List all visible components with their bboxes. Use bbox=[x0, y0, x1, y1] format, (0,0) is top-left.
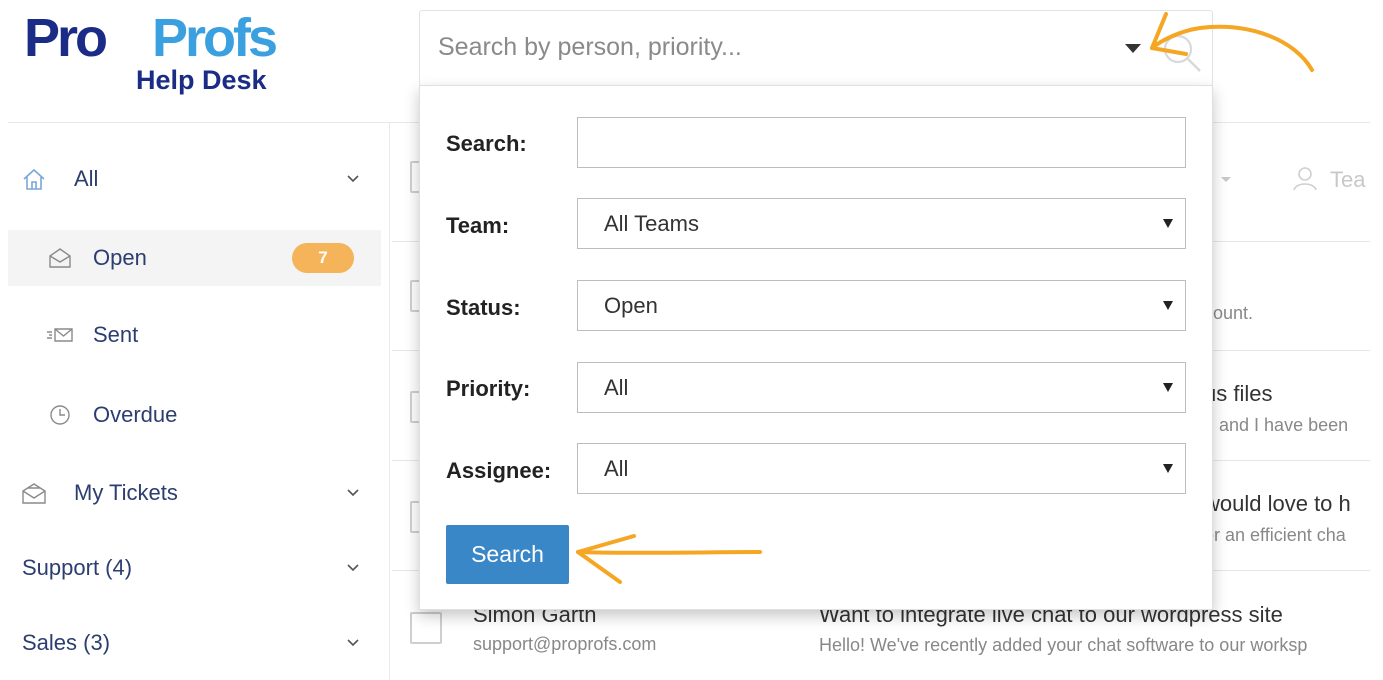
chevron-down-icon[interactable] bbox=[345, 560, 361, 576]
open-count-badge: 7 bbox=[292, 243, 354, 273]
ticket-snippet: n and I have been bbox=[1204, 415, 1349, 435]
open-envelope-icon bbox=[46, 244, 74, 272]
logo-text-pro: Pro bbox=[24, 8, 108, 68]
ticket-email: support@proprofs.com bbox=[473, 634, 657, 654]
priority-select[interactable]: All bbox=[577, 362, 1186, 413]
ticket-subject[interactable]: would love to h bbox=[1204, 491, 1370, 517]
select-arrow-icon bbox=[1163, 219, 1173, 228]
logo-subtitle: Help Desk bbox=[136, 65, 267, 95]
select-arrow-icon bbox=[1163, 464, 1173, 473]
advanced-search-toggle-icon[interactable] bbox=[1125, 44, 1141, 53]
search-field-label: Search: bbox=[446, 131, 527, 156]
ticket-checkbox[interactable] bbox=[410, 612, 442, 644]
ticket-subject[interactable]: us files bbox=[1204, 381, 1272, 407]
status-select-value: Open bbox=[604, 293, 658, 318]
sidebar-item-support[interactable]: Support (4) bbox=[8, 540, 381, 596]
caret-down-icon bbox=[1221, 177, 1231, 182]
search-placeholder: Search by person, priority... bbox=[438, 33, 742, 61]
sidebar-item-open[interactable]: Open 7 bbox=[8, 230, 381, 286]
proprofs-logo[interactable]: Pro Profs Help Desk bbox=[24, 8, 294, 104]
sidebar: All Open 7 Sent Overdue My Tickets Suppo… bbox=[8, 123, 390, 680]
search-icon[interactable] bbox=[1160, 31, 1204, 75]
sidebar-item-label: Sent bbox=[93, 322, 139, 347]
assignee-select-value: All bbox=[604, 456, 629, 481]
sidebar-item-overdue[interactable]: Overdue bbox=[8, 387, 381, 443]
search-submit-button[interactable]: Search bbox=[446, 525, 569, 584]
envelope-icon bbox=[20, 479, 48, 507]
home-icon bbox=[20, 165, 48, 193]
sidebar-item-label: Support (4) bbox=[22, 555, 133, 580]
team-select[interactable]: All Teams bbox=[577, 198, 1186, 249]
status-field-label: Status: bbox=[446, 295, 521, 320]
sent-envelope-icon bbox=[46, 321, 74, 349]
select-arrow-icon bbox=[1163, 301, 1173, 310]
sidebar-item-label: All bbox=[74, 166, 99, 191]
sidebar-item-label: Open bbox=[93, 245, 147, 270]
chevron-down-icon[interactable] bbox=[345, 635, 361, 651]
search-keyword-input[interactable] bbox=[577, 117, 1186, 168]
sidebar-item-my-tickets[interactable]: My Tickets bbox=[8, 465, 381, 521]
ticket-snippet: Hello! We've recently added your chat so… bbox=[819, 635, 1308, 655]
chevron-down-icon[interactable] bbox=[345, 171, 361, 187]
team-filter-partial[interactable]: Tea bbox=[1330, 167, 1370, 193]
priority-field-label: Priority: bbox=[446, 376, 531, 401]
priority-select-value: All bbox=[604, 375, 629, 400]
sidebar-item-label: Sales (3) bbox=[22, 630, 111, 655]
chevron-down-icon[interactable] bbox=[345, 485, 361, 501]
sidebar-item-sent[interactable]: Sent bbox=[8, 307, 381, 363]
advanced-search-panel: Search: Team: All Teams Status: Open Pri… bbox=[419, 85, 1213, 610]
logo-text-profs: Profs bbox=[152, 8, 278, 68]
assignee-field-label: Assignee: bbox=[446, 458, 552, 483]
sidebar-item-label: My Tickets bbox=[74, 480, 178, 505]
clock-icon bbox=[46, 401, 74, 429]
sidebar-item-all[interactable]: All bbox=[8, 151, 381, 207]
team-field-label: Team: bbox=[446, 213, 510, 238]
select-arrow-icon bbox=[1163, 383, 1173, 392]
ticket-snippet: or an efficient cha bbox=[1204, 525, 1346, 545]
assignee-select[interactable]: All bbox=[577, 443, 1186, 494]
status-select[interactable]: Open bbox=[577, 280, 1186, 331]
sidebar-item-sales[interactable]: Sales (3) bbox=[8, 615, 381, 671]
team-select-value: All Teams bbox=[604, 211, 699, 236]
sidebar-item-label: Overdue bbox=[93, 402, 178, 427]
ticket-search-bar[interactable]: Search by person, priority... bbox=[419, 10, 1213, 86]
team-icon bbox=[1293, 167, 1317, 191]
